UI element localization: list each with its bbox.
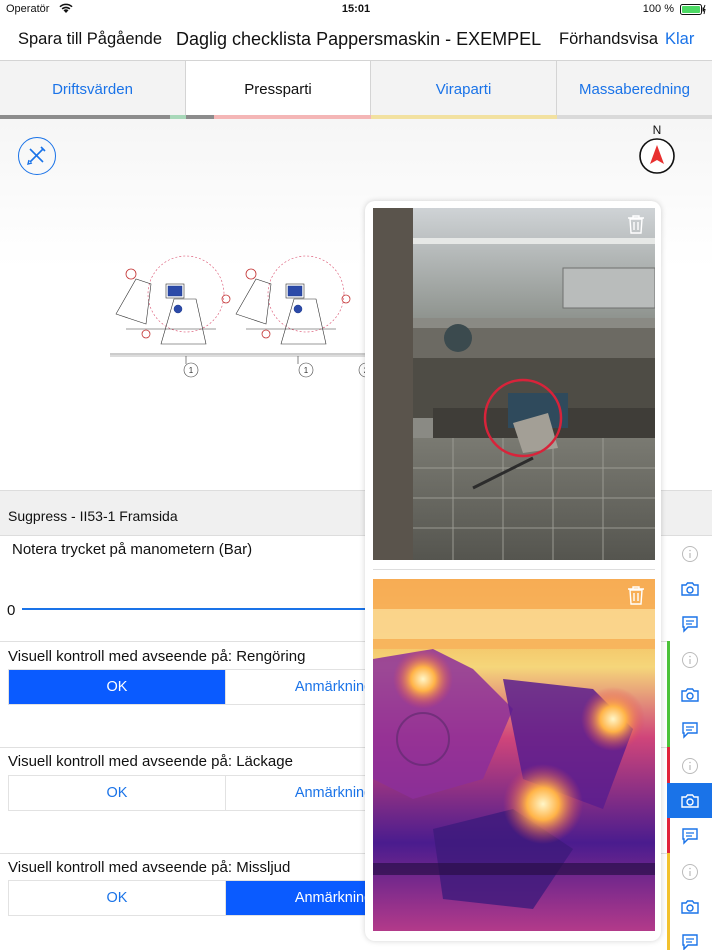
camera-icon	[680, 687, 699, 702]
check-question-missljud: Visuell kontroll med avseende på: Misslj…	[8, 859, 291, 876]
comment-icon	[681, 721, 698, 739]
camera-button[interactable]	[667, 889, 712, 924]
compass-arrow-icon	[639, 138, 675, 174]
compass-north-label: N	[652, 123, 662, 137]
tab-massaberedning[interactable]: Massaberedning	[557, 61, 712, 115]
comment-button[interactable]	[667, 606, 712, 641]
status-bar: Operatör 15:01 100 %	[0, 0, 712, 20]
thermal-photo[interactable]	[373, 579, 655, 931]
comment-button[interactable]	[667, 924, 712, 950]
delete-photo-icon[interactable]	[627, 214, 645, 234]
info-button[interactable]	[667, 536, 712, 571]
tab-viraparti[interactable]: Viraparti	[371, 61, 557, 115]
info-button[interactable]	[667, 748, 712, 783]
operator-label: Operatör	[6, 3, 50, 15]
clock: 15:01	[341, 3, 371, 15]
comment-button[interactable]	[667, 818, 712, 853]
info-icon	[681, 863, 698, 880]
comment-icon	[681, 827, 698, 845]
thermal-photo-image	[373, 579, 655, 931]
tab-label: Massaberedning	[579, 81, 690, 98]
done-button[interactable]: Klar	[665, 30, 694, 49]
info-icon	[681, 651, 698, 668]
ok-button[interactable]: OK	[9, 670, 225, 704]
ok-button[interactable]: OK	[9, 881, 225, 915]
machine-photo-image	[373, 208, 655, 560]
info-icon	[681, 757, 698, 774]
side-action-column	[667, 536, 712, 950]
pressure-question: Notera trycket på manometern (Bar)	[12, 541, 253, 558]
delete-photo-icon[interactable]	[627, 585, 645, 605]
comment-button[interactable]	[667, 712, 712, 747]
camera-button-active[interactable]	[667, 783, 712, 818]
camera-button[interactable]	[667, 571, 712, 606]
check-question-rengoring: Visuell kontroll med avseende på: Rengör…	[8, 648, 306, 665]
info-button[interactable]	[667, 642, 712, 677]
photo-divider	[373, 569, 655, 570]
edit-tools-button[interactable]	[18, 137, 56, 175]
comment-icon	[681, 615, 698, 633]
page-title: Daglig checklista Pappersmaskin - EXEMPE…	[176, 29, 542, 49]
navigation-bar: Spara till Pågående Daglig checklista Pa…	[0, 20, 712, 60]
ok-button[interactable]: OK	[9, 776, 225, 810]
comment-icon	[681, 933, 698, 950]
camera-icon	[680, 793, 699, 808]
battery-icon	[680, 4, 706, 15]
tab-driftsvarden[interactable]: Driftsvärden	[0, 61, 186, 115]
preview-button[interactable]: Förhandsvisa	[559, 30, 658, 49]
save-to-pending-button[interactable]: Spara till Pågående	[18, 30, 162, 49]
machine-diagram: 1 1 2	[110, 255, 374, 378]
pressure-slider[interactable]	[22, 608, 372, 610]
camera-button[interactable]	[667, 677, 712, 712]
tab-pressparti[interactable]: Pressparti	[186, 61, 371, 115]
tab-label: Driftsvärden	[52, 81, 133, 98]
info-button[interactable]	[667, 854, 712, 889]
photo-popover	[365, 201, 661, 941]
camera-icon	[680, 581, 699, 596]
pressure-value: 0	[7, 602, 16, 619]
tab-label: Viraparti	[435, 81, 492, 98]
ruler-pencil-icon	[27, 146, 46, 165]
compass[interactable]: N	[637, 123, 677, 175]
diagram-marker: 1	[189, 366, 194, 375]
info-icon	[681, 545, 698, 562]
diagram-marker: 1	[304, 366, 309, 375]
tab-label: Pressparti	[244, 81, 312, 98]
machine-photo[interactable]	[373, 208, 655, 560]
camera-icon	[680, 899, 699, 914]
wifi-icon	[59, 3, 73, 13]
check-question-lackage: Visuell kontroll med avseende på: Läckag…	[8, 753, 293, 770]
battery-percent: 100 %	[642, 3, 674, 15]
section-tabs: Driftsvärden Pressparti Viraparti Massab…	[0, 60, 712, 120]
